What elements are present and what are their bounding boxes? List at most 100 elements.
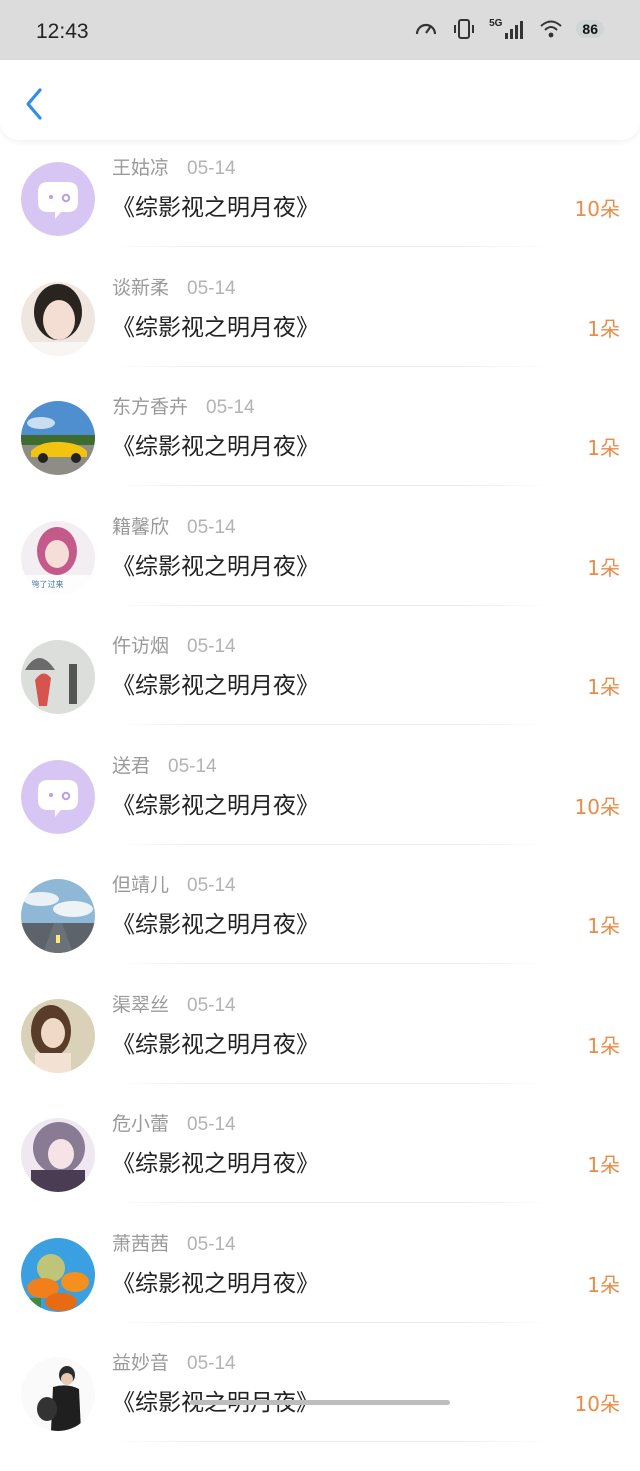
user-meta: 籍馨欣 05-14 — [112, 512, 236, 539]
svg-text:·跨了过来: ·跨了过来 — [29, 579, 64, 589]
flower-count: 1朵 — [587, 1153, 620, 1177]
user-name[interactable]: 东方香卉 — [112, 396, 188, 418]
user-name[interactable]: 送君 — [112, 755, 150, 777]
book-title[interactable]: 《综影视之明月夜》 — [112, 666, 319, 700]
divider — [112, 843, 550, 845]
flower-count: 1朵 — [587, 1033, 620, 1058]
battery-icon: 86 — [576, 20, 604, 38]
user-meta: 渠翠丝 05-14 — [112, 990, 236, 1017]
avatar[interactable] — [21, 998, 95, 1073]
book-title[interactable]: 《综影视之明月夜》 — [112, 786, 319, 820]
user-name[interactable]: 渠翠丝 — [112, 994, 169, 1016]
user-meta: 但靖儿 05-14 — [112, 870, 236, 897]
avatar[interactable]: ·跨了过来 — [21, 520, 95, 595]
user-meta: 东方香卉 05-14 — [112, 392, 255, 419]
flower-count: 1朵 — [587, 675, 620, 699]
divider — [112, 604, 550, 606]
gift-date: 05-14 — [168, 755, 217, 777]
list-item[interactable]: 仵访烟 05-14 《综影视之明月夜》 1朵 — [0, 634, 640, 754]
user-meta: 萧茜茜 05-14 — [112, 1229, 236, 1256]
avatar-image — [21, 640, 95, 714]
book-title[interactable]: 《综影视之明月夜》 — [112, 1264, 319, 1298]
divider — [112, 724, 550, 725]
list-item[interactable]: ·跨了过来 籍馨欣 05-14 《综影视之明月夜》 1朵 — [0, 515, 640, 635]
divider — [112, 485, 550, 486]
flower-count: 1朵 — [587, 316, 620, 341]
divider — [112, 1441, 550, 1442]
divider — [112, 1202, 550, 1203]
user-meta: 王姑凉 05-14 — [112, 153, 236, 180]
user-meta: 仵访烟 05-14 — [112, 631, 236, 658]
book-title[interactable]: 《综影视之明月夜》 — [112, 1025, 319, 1059]
list-item[interactable]: 但靖儿 05-14 《综影视之明月夜》 1朵 — [0, 873, 640, 993]
list-item[interactable]: 渠翠丝 05-14 《综影视之明月夜》 1朵 — [0, 993, 640, 1113]
gift-date: 05-14 — [187, 1233, 236, 1255]
flower-count: 1朵 — [587, 555, 620, 580]
divider — [112, 246, 550, 247]
book-title[interactable]: 《综影视之明月夜》 — [112, 427, 319, 461]
signal-bars-icon — [505, 21, 524, 39]
flower-count: 10朵 — [574, 794, 620, 819]
user-name[interactable]: 谈新柔 — [112, 277, 169, 299]
status-bar: 12:43 5G 86 — [0, 0, 640, 60]
book-title[interactable]: 《综影视之明月夜》 — [112, 905, 319, 939]
list-item[interactable]: 东方香卉 05-14 《综影视之明月夜》 1朵 — [0, 395, 640, 515]
list-item[interactable]: 送君 05-14 《综影视之明月夜》 10朵 — [0, 754, 640, 874]
divider — [112, 1082, 550, 1084]
avatar-image — [21, 162, 95, 236]
avatar-image — [21, 879, 95, 953]
list-item[interactable]: 益妙音05-14《综影视之明月夜》10朵 — [0, 1351, 640, 1471]
speedometer-icon — [415, 23, 437, 35]
avatar[interactable] — [21, 1118, 95, 1192]
avatar-image — [21, 401, 95, 475]
book-title[interactable]: 《综影视之明月夜》 — [112, 308, 319, 342]
back-button[interactable] — [18, 84, 54, 124]
avatar-image — [21, 998, 95, 1073]
gift-date: 05-14 — [187, 516, 236, 538]
home-indicator — [190, 1400, 450, 1405]
list-item[interactable]: 危小蕾 05-14 《综影视之明月夜》 1朵 — [0, 1112, 640, 1232]
user-name[interactable]: 仵访烟 — [112, 635, 169, 657]
flower-count: 10朵 — [574, 197, 620, 221]
user-name[interactable]: 萧茜茜 — [112, 1233, 169, 1255]
list-item[interactable]: 萧茜茜 05-14 《综影视之明月夜》 1朵 — [0, 1232, 640, 1352]
avatar[interactable] — [21, 879, 95, 953]
gift-list: 王姑凉 05-14 《综影视之明月夜》 10朵 谈新柔 05-14 《综影视之明月夜》 1朵东… — [0, 156, 640, 1471]
list-item[interactable]: 谈新柔 05-14 《综影视之明月夜》 1朵 — [0, 276, 640, 396]
gift-date: 05-14 — [187, 636, 236, 657]
user-name[interactable]: 但靖儿 — [112, 874, 169, 896]
user-meta: 危小蕾 05-14 — [112, 1109, 236, 1136]
wifi-icon — [540, 20, 563, 38]
avatar[interactable] — [21, 640, 95, 714]
avatar-image — [21, 759, 95, 834]
user-name[interactable]: 益妙音 — [112, 1352, 169, 1374]
gift-date: 05-14 — [187, 994, 236, 1016]
user-name[interactable]: 籍馨欣 — [112, 516, 169, 538]
user-name[interactable]: 危小蕾 — [112, 1113, 169, 1135]
network-label: 5G — [489, 18, 503, 29]
avatar-image — [21, 1118, 95, 1192]
avatar[interactable] — [21, 759, 95, 834]
avatar[interactable] — [21, 281, 95, 356]
user-name[interactable]: 王姑凉 — [112, 157, 169, 179]
gift-date: 05-14 — [206, 397, 255, 418]
avatar-image: ·跨了过来 — [21, 520, 95, 595]
avatar-image — [21, 1237, 95, 1312]
nav-bar — [0, 60, 640, 140]
book-title[interactable]: 《综影视之明月夜》 — [112, 1144, 319, 1178]
gift-date: 05-14 — [187, 158, 236, 179]
book-title[interactable]: 《综影视之明月夜》 — [112, 188, 319, 222]
avatar[interactable] — [21, 1237, 95, 1312]
gift-date: 05-14 — [187, 1353, 236, 1374]
avatar[interactable] — [21, 1357, 95, 1431]
flower-count: 1朵 — [587, 1272, 620, 1297]
avatar-image — [21, 1357, 95, 1431]
gift-date: 05-14 — [187, 1114, 236, 1135]
avatar[interactable] — [21, 401, 95, 475]
status-icons: 5G 86 — [413, 16, 604, 42]
book-title[interactable]: 《综影视之明月夜》 — [112, 547, 319, 581]
list-item[interactable]: 王姑凉 05-14 《综影视之明月夜》 10朵 — [0, 156, 640, 276]
avatar[interactable] — [21, 162, 95, 236]
flower-count: 1朵 — [587, 914, 620, 938]
divider — [112, 963, 550, 964]
